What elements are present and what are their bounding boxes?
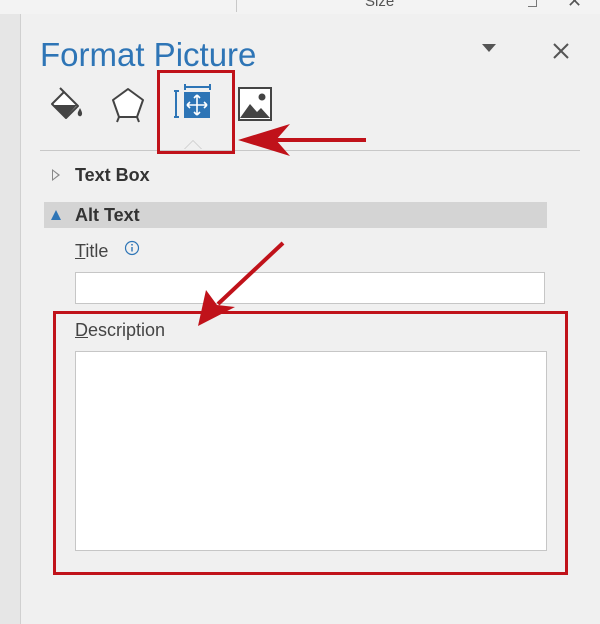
section-alt-text[interactable]: Alt Text: [44, 202, 547, 228]
ribbon-size-label: Size: [365, 0, 395, 10]
dialog-launcher-icon[interactable]: [528, 0, 537, 7]
title-label: Title: [75, 241, 108, 262]
tab-effects[interactable]: [108, 84, 148, 124]
document-edge: [0, 14, 21, 624]
description-highlight-box: [53, 311, 568, 575]
tab-picture[interactable]: [236, 84, 276, 124]
collapse-triangle-icon: [51, 210, 61, 220]
title-label-accesskey: T: [75, 241, 86, 261]
pane-title: Format Picture: [40, 36, 257, 73]
close-icon[interactable]: [548, 38, 574, 64]
ribbon-close-icon[interactable]: ✕: [567, 0, 582, 12]
paint-bucket-icon: [51, 87, 83, 119]
section-text-box[interactable]: Text Box: [44, 162, 547, 188]
title-label-rest: itle: [85, 241, 109, 261]
info-icon[interactable]: [124, 240, 140, 256]
title-input[interactable]: [75, 272, 545, 304]
pentagon-icon: [112, 88, 144, 123]
triangle-down-icon[interactable]: [482, 44, 496, 52]
picture-icon: [238, 87, 272, 121]
ribbon-strip: Size ✕: [0, 0, 600, 14]
ribbon-divider: [236, 0, 237, 12]
section-text-box-label: Text Box: [75, 165, 150, 185]
tab-fill-line[interactable]: [46, 84, 86, 124]
expand-triangle-icon: [52, 169, 60, 181]
tab-divider: [40, 150, 580, 151]
tab-highlight-box: [157, 70, 235, 154]
section-alt-text-label: Alt Text: [75, 205, 140, 225]
